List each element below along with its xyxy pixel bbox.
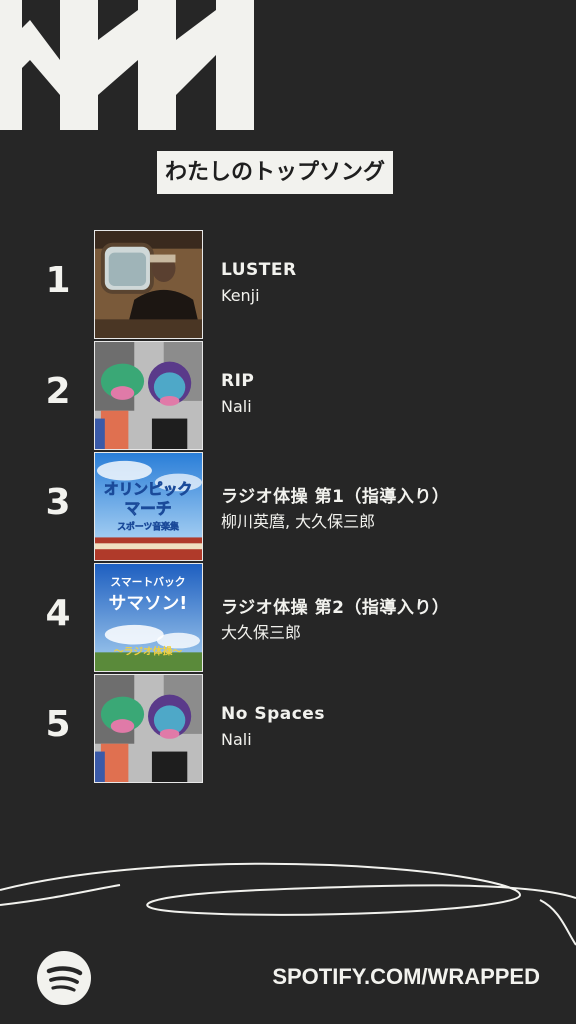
track-artist: 柳川英麿, 大久保三郎 [221,512,376,531]
album-art-1 [94,230,203,339]
track-artist: Nali [221,730,252,749]
track-title: ラジオ体操 第1（指導入り） [221,487,450,507]
track-rank: 3 [45,482,71,523]
album-art-2 [94,341,203,450]
track-row-4[interactable]: 4 スマートバック サマソン! 〜ラジオ体操〜 ラジオ体操 第2（指導入り） 大… [0,563,576,674]
album-art-3: オリンピック マーチ スポーツ音楽集 [94,452,203,561]
art-text-line2: サマソン! [109,594,188,614]
page-title: わたしのトップソング [157,151,394,194]
track-rank: 5 [45,704,71,745]
wrapped-url-link[interactable]: SPOTIFY.COM/WRAPPED [272,964,540,990]
track-artist: Kenji [221,286,260,305]
album-art-5 [94,674,203,783]
track-title: LUSTER [221,260,297,280]
track-title: RIP [221,371,255,391]
track-row-2[interactable]: 2 RIP Nali [0,341,576,452]
track-title: No Spaces [221,704,325,724]
art-text-line2: マーチ [124,499,171,518]
track-rank: 1 [45,260,71,301]
art-text-line3: 〜ラジオ体操〜 [114,644,183,657]
track-rank: 2 [45,371,71,412]
track-artist: 大久保三郎 [221,623,302,642]
track-rank: 4 [45,593,71,634]
track-row-3[interactable]: 3 オリンピック マーチ スポーツ音楽集 ラジオ体操 第1（指導入り） 柳川英麿… [0,452,576,563]
track-row-1[interactable]: 1 LUSTER Kenji [0,230,576,341]
swirl-decoration [0,862,576,946]
art-text-line3: スポーツ音楽集 [117,521,179,533]
track-artist: Nali [221,397,252,416]
track-title: ラジオ体操 第2（指導入り） [221,598,450,618]
spotify-logo-icon[interactable] [36,950,92,1006]
album-art-4: スマートバック サマソン! 〜ラジオ体操〜 [94,563,203,672]
checker-decoration [0,0,254,130]
art-text-line1: スマートバック [110,576,185,589]
art-text-line1: オリンピック [104,481,192,498]
track-row-5[interactable]: 5 No Spaces Nali [0,674,576,785]
